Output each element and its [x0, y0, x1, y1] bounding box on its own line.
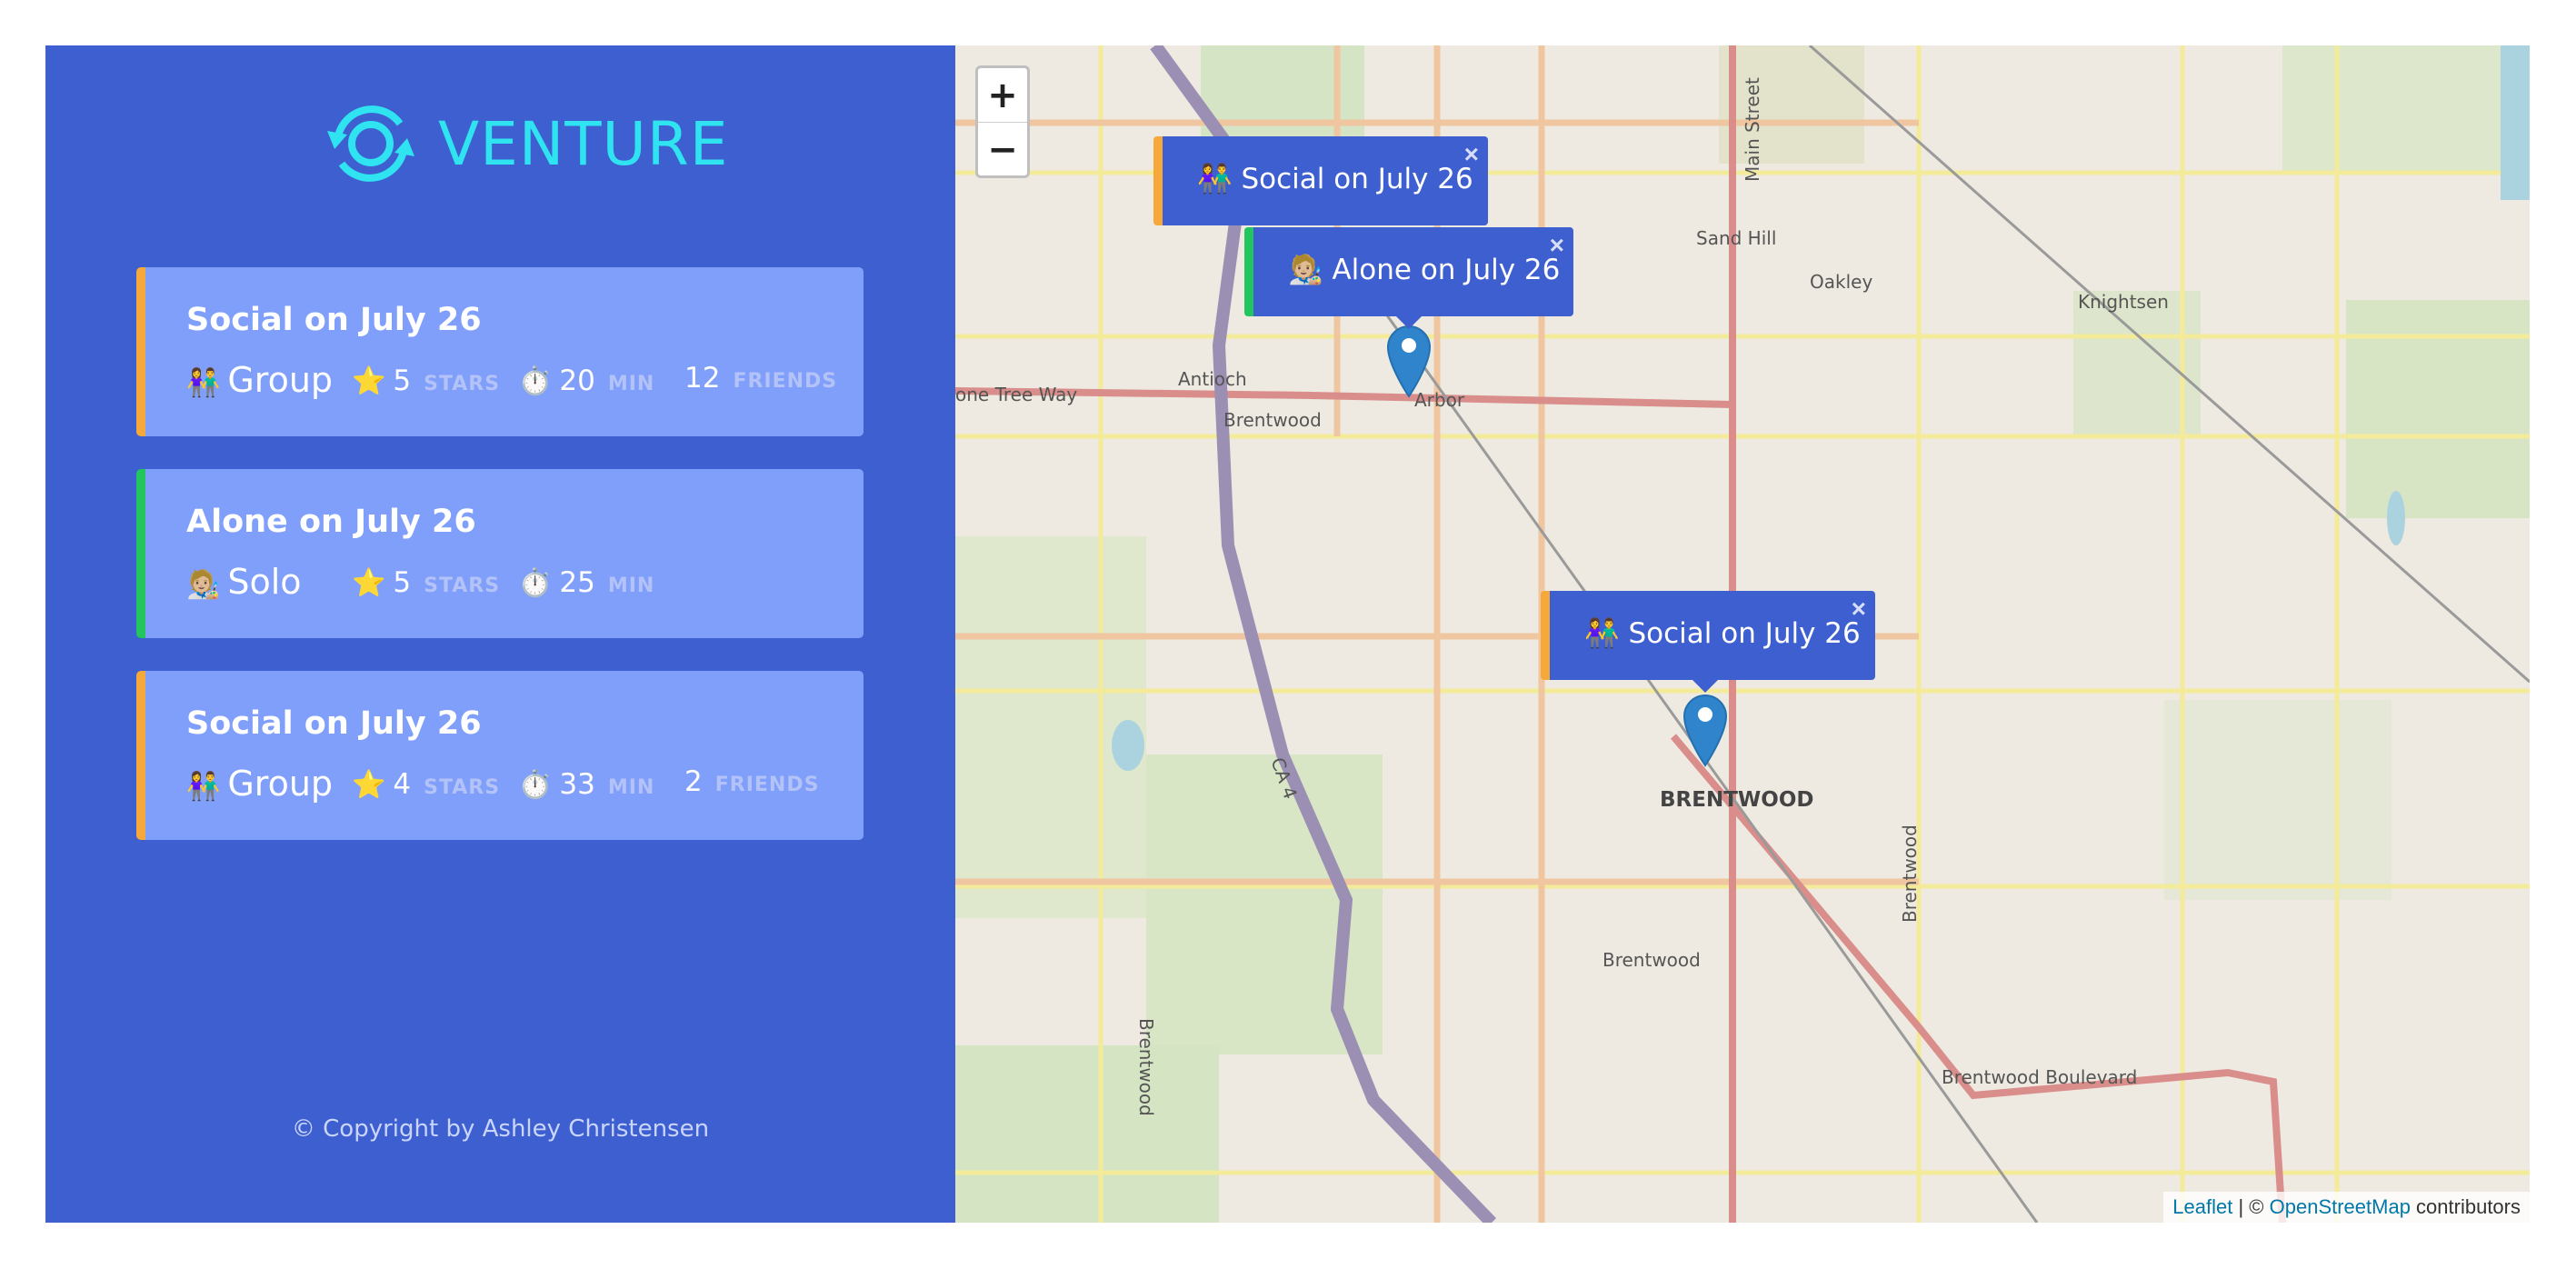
star-icon: ⭐ — [352, 770, 386, 800]
zoom-out-button[interactable]: − — [978, 123, 1027, 176]
venture-type: 👫 Group — [186, 764, 333, 804]
group-icon: 👫 — [186, 368, 221, 398]
stars-unit: STARS — [424, 373, 501, 395]
openstreetmap-link[interactable]: OpenStreetMap — [2270, 1195, 2411, 1218]
star-icon: ⭐ — [352, 568, 386, 598]
group-icon: 👫 — [1197, 163, 1233, 195]
minutes-value: 20 — [559, 365, 595, 397]
map-label-brentwood-vertical-2: Brentwood — [1899, 824, 1921, 923]
venture-type: 🧑🏼‍🎨 Solo — [186, 562, 302, 602]
map-label-antioch: Antioch — [1178, 368, 1247, 390]
map-popup[interactable]: 👫 Social on July 26 × — [1153, 136, 1488, 225]
popup-close-button[interactable]: × — [1550, 231, 1564, 260]
popup-text: 👫 Social on July 26 — [1584, 617, 1861, 650]
app: VENTURE Social on July 26 👫 Group ⭐ 5 ST… — [45, 45, 2530, 1223]
venture-title: Social on July 26 — [186, 705, 482, 742]
venture-stars: ⭐ 5 STARS — [352, 365, 500, 397]
friends-value: 2 — [684, 765, 703, 798]
venture-duration: ⏱️ 25 MIN — [518, 566, 654, 599]
solo-person-icon: 🧑🏼‍🎨 — [1288, 254, 1323, 286]
group-icon: 👫 — [186, 772, 221, 802]
stopwatch-icon: ⏱️ — [518, 770, 553, 800]
map-label-brentwood-vertical-1: Brentwood — [1135, 1018, 1157, 1116]
popup-tip — [1396, 316, 1422, 329]
popup-tip — [1692, 680, 1718, 693]
map-label-main-street: Main Street — [1742, 77, 1763, 182]
popup-close-button[interactable]: × — [1852, 595, 1866, 624]
popup-text: 🧑🏼‍🎨 Alone on July 26 — [1288, 254, 1561, 286]
map-label-sand-hill: Sand Hill — [1696, 227, 1777, 249]
type-label: Group — [227, 360, 334, 400]
popup-text: 👫 Social on July 26 — [1197, 163, 1473, 195]
type-label: Solo — [227, 562, 302, 602]
friends-unit: FRIENDS — [714, 774, 820, 796]
map-marker-icon[interactable] — [1386, 324, 1432, 398]
map-popup[interactable]: 🧑🏼‍🎨 Alone on July 26 × — [1244, 227, 1573, 329]
venture-card[interactable]: Alone on July 26 🧑🏼‍🎨 Solo ⭐ 5 STARS ⏱️ … — [136, 469, 864, 638]
minutes-value: 25 — [559, 566, 595, 599]
group-icon: 👫 — [1584, 617, 1620, 650]
stars-unit: STARS — [424, 575, 501, 597]
map-label-knightsen: Knightsen — [2078, 291, 2169, 313]
sidebar: VENTURE Social on July 26 👫 Group ⭐ 5 ST… — [45, 45, 955, 1223]
stars-unit: STARS — [424, 776, 501, 799]
venture-title: Social on July 26 — [186, 302, 482, 338]
venture-card[interactable]: Social on July 26 👫 Group ⭐ 4 STARS ⏱️ 3… — [136, 671, 864, 840]
copyright-text: © Copyright by Ashley Christensen — [291, 1115, 710, 1143]
venture-duration: ⏱️ 20 MIN — [518, 365, 654, 397]
venture-duration: ⏱️ 33 MIN — [518, 768, 654, 801]
stars-value: 5 — [393, 566, 412, 599]
map-label-brentwood: Brentwood — [1223, 409, 1322, 431]
stopwatch-icon: ⏱️ — [518, 366, 553, 396]
friends-unit: FRIENDS — [733, 370, 838, 393]
venture-friends: 12 FRIENDS — [684, 362, 837, 395]
refresh-cycle-icon — [327, 105, 414, 182]
venture-stars: ⭐ 5 STARS — [352, 566, 500, 599]
map-popup[interactable]: 👫 Social on July 26 × — [1541, 591, 1875, 693]
stars-value: 5 — [393, 365, 412, 397]
map-label-oakley: Oakley — [1810, 271, 1873, 293]
minutes-unit: MIN — [607, 575, 655, 597]
popup-close-button[interactable]: × — [1464, 140, 1479, 169]
minutes-value: 33 — [559, 768, 595, 801]
minutes-unit: MIN — [607, 373, 655, 395]
venture-friends: 2 FRIENDS — [684, 765, 819, 798]
venture-card[interactable]: Social on July 26 👫 Group ⭐ 5 STARS ⏱️ 2… — [136, 267, 864, 436]
map-marker-icon[interactable] — [1682, 693, 1728, 767]
map-label-lone-tree-way: one Tree Way — [955, 384, 1078, 405]
friends-value: 12 — [684, 362, 721, 395]
type-label: Group — [227, 764, 334, 804]
brand-name: VENTURE — [438, 108, 729, 179]
leaflet-link[interactable]: Leaflet — [2172, 1195, 2232, 1218]
star-icon: ⭐ — [352, 366, 386, 396]
venture-title: Alone on July 26 — [186, 504, 476, 540]
zoom-control: + − — [975, 65, 1030, 178]
stopwatch-icon: ⏱️ — [518, 568, 553, 598]
venture-stars: ⭐ 4 STARS — [352, 768, 500, 801]
zoom-in-button[interactable]: + — [978, 68, 1027, 123]
minutes-unit: MIN — [607, 776, 655, 799]
venture-type: 👫 Group — [186, 360, 333, 400]
map-label-brentwood-boulevard: Brentwood Boulevard — [1942, 1066, 2138, 1088]
brand-logo[interactable]: VENTURE — [324, 96, 728, 191]
map-attribution: Leaflet | © OpenStreetMap contributors — [2163, 1192, 2530, 1223]
solo-person-icon: 🧑🏼‍🎨 — [186, 570, 221, 600]
map-label-brentwood-city: BRENTWOOD — [1660, 788, 1814, 812]
map-label-brentwood-south: Brentwood — [1603, 949, 1701, 971]
stars-value: 4 — [393, 768, 412, 801]
map-view[interactable]: Antioch Brentwood Arbor one Tree Way San… — [955, 45, 2530, 1223]
